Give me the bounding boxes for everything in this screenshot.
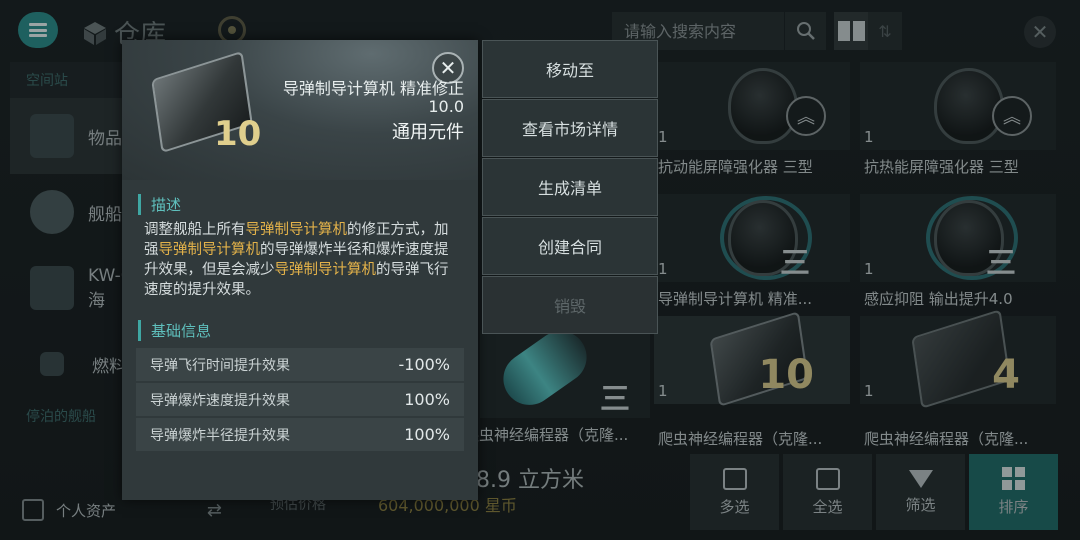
- item-detail-popup: 10 ✕ 导弹制导计算机 精准修正10.0 通用元件 描述 调整舰船上所有导弹制…: [122, 40, 478, 500]
- item-description: 调整舰船上所有导弹制导计算机的修正方式，加强导弹制导计算机的导弹爆炸半径和爆炸速…: [144, 222, 449, 298]
- stat-row: 导弹爆炸半径提升效果 100%: [136, 418, 464, 451]
- warehouse-screen: 仓库 ⇅ ✕ 空间站 物品 舰船 KW-0海: [0, 0, 1080, 540]
- item-title: 导弹制导计算机 精准修正10.0: [282, 79, 464, 116]
- generate-list-button[interactable]: 生成清单: [482, 158, 658, 216]
- action-menu: 移动至 查看市场详情 生成清单 创建合同 销毁: [482, 40, 658, 335]
- destroy-button: 销毁: [482, 276, 658, 334]
- stat-name: 导弹飞行时间提升效果: [150, 357, 290, 374]
- item-type: 通用元件: [392, 122, 464, 143]
- stat-value: 100%: [404, 425, 450, 444]
- stat-value: 100%: [404, 390, 450, 409]
- stats-table: 导弹飞行时间提升效果 -100% 导弹爆炸速度提升效果 100% 导弹爆炸半径提…: [136, 348, 464, 453]
- description-heading: 描述: [138, 194, 181, 215]
- stat-value: -100%: [398, 355, 450, 374]
- stat-row: 导弹爆炸速度提升效果 100%: [136, 383, 464, 416]
- stat-name: 导弹爆炸半径提升效果: [150, 427, 290, 444]
- view-market-button[interactable]: 查看市场详情: [482, 99, 658, 157]
- stat-name: 导弹爆炸速度提升效果: [150, 392, 290, 409]
- move-to-button[interactable]: 移动至: [482, 40, 658, 98]
- item-count: 10: [214, 114, 262, 154]
- popup-header: 10 ✕ 导弹制导计算机 精准修正10.0 通用元件: [122, 40, 478, 180]
- basic-info-heading: 基础信息: [138, 320, 211, 341]
- stat-row: 导弹飞行时间提升效果 -100%: [136, 348, 464, 381]
- create-contract-button[interactable]: 创建合同: [482, 217, 658, 275]
